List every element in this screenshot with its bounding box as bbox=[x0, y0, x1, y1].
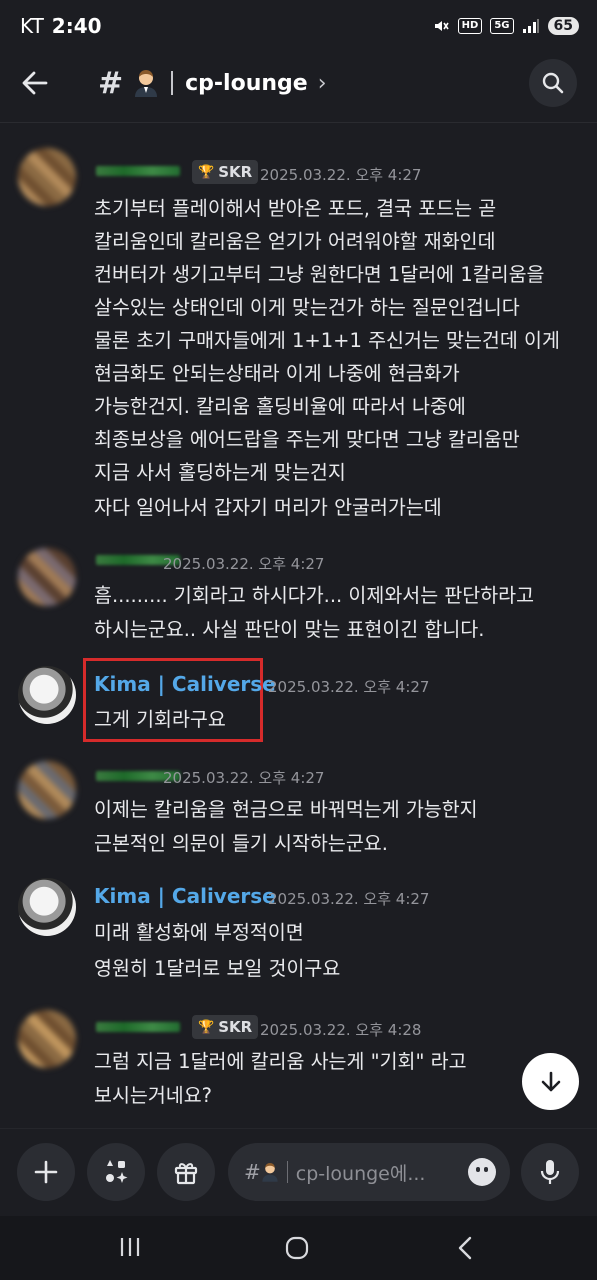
message-timestamp: 2025.03.22. 오후 4:27 bbox=[268, 890, 430, 908]
avatar[interactable] bbox=[18, 148, 76, 206]
message-text: 가능한건지. 칼리움 홀딩비율에 따라서 나중에 bbox=[94, 395, 466, 418]
message-text: 초기부터 플레이해서 받아온 포드, 결국 포드는 곧 bbox=[94, 197, 497, 220]
message-text: 영원히 1달러로 보일 것이구요 bbox=[94, 957, 341, 980]
network-badge: 5G bbox=[490, 18, 514, 34]
message-timestamp: 2025.03.22. 오후 4:27 bbox=[163, 769, 325, 787]
mute-icon bbox=[434, 21, 449, 31]
hd-badge: HD bbox=[457, 18, 483, 34]
message-text: 컨버터가 생기고부터 그냥 원한다면 1달러에 1칼리움을 bbox=[94, 263, 545, 286]
apps-icon bbox=[106, 1160, 128, 1183]
channel-name[interactable]: cp-lounge bbox=[185, 71, 308, 96]
person-emoji-icon bbox=[135, 70, 158, 97]
arrow-left-icon bbox=[22, 71, 48, 95]
message-text: 흠......... 기회라고 하시다가... 이제와서는 판단하라고 bbox=[94, 584, 535, 607]
signal-icon bbox=[522, 19, 539, 33]
message-timestamp: 2025.03.22. 오후 4:27 bbox=[268, 678, 430, 696]
message-text: 이제는 칼리움을 현금으로 바꿔먹는게 가능한지 bbox=[94, 798, 478, 821]
person-emoji-icon bbox=[262, 1163, 278, 1182]
message-text: 자다 일어나서 갑자기 머리가 안굴러가는데 bbox=[94, 496, 442, 519]
scroll-to-bottom-button[interactable] bbox=[522, 1053, 579, 1110]
avatar[interactable] bbox=[18, 761, 76, 819]
message-text: 보시는거네요? bbox=[94, 1084, 212, 1107]
gift-icon bbox=[174, 1163, 198, 1185]
system-nav-bar bbox=[0, 1216, 597, 1280]
voice-button[interactable] bbox=[521, 1143, 579, 1201]
trophy-icon: 🏆 bbox=[198, 164, 215, 180]
search-button[interactable] bbox=[529, 59, 577, 107]
chevron-right-icon[interactable]: › bbox=[318, 71, 327, 96]
username-blurred[interactable] bbox=[96, 166, 180, 176]
search-icon bbox=[542, 72, 564, 94]
avatar[interactable] bbox=[18, 878, 76, 936]
input-separator bbox=[286, 1161, 288, 1183]
channel-header: # cp-lounge › bbox=[0, 52, 597, 114]
message-text: 칼리움인데 칼리움은 얻기가 어려워야할 재화인데 bbox=[94, 230, 496, 253]
message-text: 그게 기회라구요 bbox=[94, 708, 226, 731]
nav-back-icon[interactable] bbox=[455, 1235, 475, 1261]
message-text: 하시는군요.. 사실 판단이 맞는 표현이긴 합니다. bbox=[94, 618, 485, 641]
trophy-icon: 🏆 bbox=[198, 1019, 215, 1035]
header-divider bbox=[0, 122, 597, 123]
message-text: 근본적인 의문이 들기 시작하는군요. bbox=[94, 832, 388, 855]
plus-icon bbox=[34, 1160, 58, 1184]
avatar[interactable] bbox=[18, 548, 76, 606]
channel-hash-icon: # bbox=[98, 65, 124, 101]
channel-hash-icon: # bbox=[244, 1160, 261, 1184]
avatar[interactable] bbox=[18, 1010, 76, 1068]
message-input[interactable]: # cp-lounge에... bbox=[228, 1143, 510, 1201]
recents-icon[interactable] bbox=[118, 1235, 142, 1259]
role-tag[interactable]: 🏆 SKR bbox=[192, 1015, 259, 1039]
role-tag[interactable]: 🏆 SKR bbox=[192, 160, 259, 184]
emoji-icon[interactable] bbox=[468, 1158, 496, 1186]
microphone-icon bbox=[540, 1160, 560, 1184]
home-icon[interactable] bbox=[284, 1235, 310, 1261]
message-text: 미래 활성화에 부정적이면 bbox=[94, 921, 304, 944]
username[interactable]: Kima | Caliverse bbox=[94, 672, 276, 696]
message-timestamp: 2025.03.22. 오후 4:27 bbox=[163, 555, 325, 573]
status-bar: KT 2:40 HD 5G 65 bbox=[0, 0, 597, 52]
arrow-down-icon bbox=[541, 1071, 560, 1091]
apps-button[interactable] bbox=[87, 1143, 145, 1201]
message-text: 현금화도 안되는상태라 이게 나중에 현금화가 bbox=[94, 362, 460, 385]
role-tag-label: SKR bbox=[218, 1018, 253, 1036]
message-timestamp: 2025.03.22. 오후 4:27 bbox=[260, 166, 422, 184]
username[interactable]: Kima | Caliverse bbox=[94, 884, 276, 908]
message-timestamp: 2025.03.22. 오후 4:28 bbox=[260, 1021, 422, 1039]
carrier-label: KT bbox=[20, 14, 44, 38]
username-blurred[interactable] bbox=[96, 1022, 180, 1032]
battery-level: 65 bbox=[547, 17, 579, 35]
role-tag-label: SKR bbox=[218, 163, 253, 181]
clock: 2:40 bbox=[51, 14, 102, 38]
message-text: 지금 사서 홀딩하는게 맞는건지 bbox=[94, 461, 346, 484]
gift-button[interactable] bbox=[157, 1143, 215, 1201]
message-text: 최종보상을 에어드랍을 주는게 맞다면 그냥 칼리움만 bbox=[94, 428, 520, 451]
avatar[interactable] bbox=[18, 666, 76, 724]
message-text: 물론 초기 구매자들에게 1+1+1 주신거는 맞는건데 이게 bbox=[94, 329, 560, 352]
header-separator bbox=[171, 71, 174, 95]
add-button[interactable] bbox=[17, 1143, 75, 1201]
message-text: 살수있는 상태인데 이게 맞는건가 하는 질문인겁니다 bbox=[94, 296, 520, 319]
back-button[interactable] bbox=[20, 63, 60, 103]
message-list[interactable]: 🏆 SKR 2025.03.22. 오후 4:27 초기부터 플레이해서 받아온 … bbox=[0, 130, 597, 1125]
message-text: 그럼 지금 1달러에 칼리움 사는게 "기회" 라고 bbox=[94, 1050, 467, 1073]
message-composer: # cp-lounge에... bbox=[0, 1128, 597, 1216]
message-input-placeholder: cp-lounge에... bbox=[295, 1162, 426, 1185]
